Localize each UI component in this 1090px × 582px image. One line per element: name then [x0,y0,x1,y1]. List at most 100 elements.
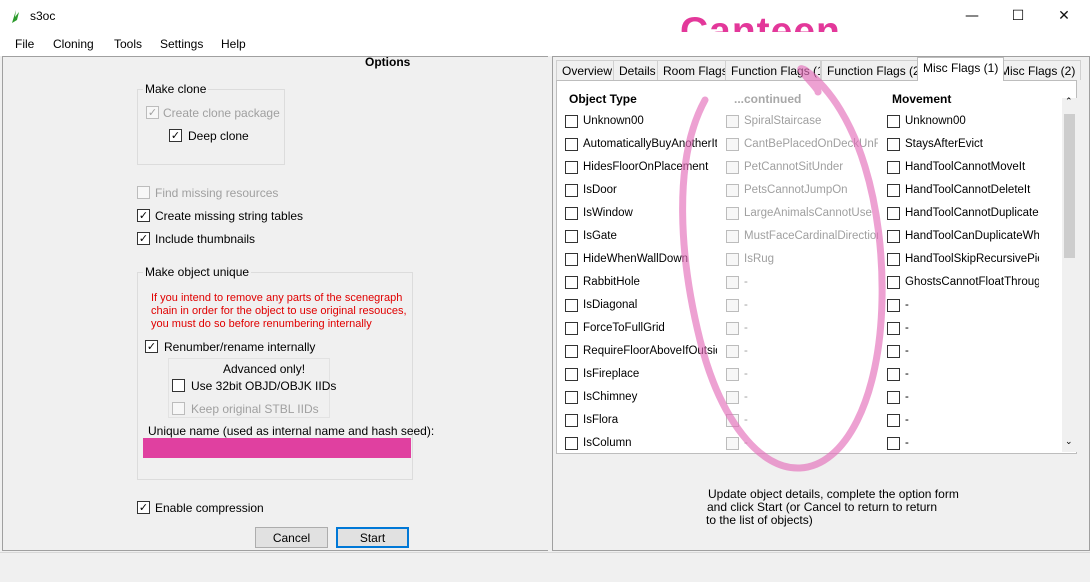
maximize-button[interactable]: ☐ [995,0,1041,32]
use32bit-checkbox[interactable] [172,379,185,392]
col3-flag-label: HandToolCanDuplicateWhe [905,230,1039,242]
make-clone-title: Make clone [143,82,209,96]
col3-flag-checkbox[interactable] [887,414,900,427]
col1-flag-label: IsChimney [583,391,638,403]
col1-flag-label: IsWindow [583,207,633,219]
col3-flag-label: GhostsCannotFloatThrough [905,276,1039,288]
renumber-checkbox[interactable]: ✓ [145,340,158,353]
create-clone-package-label: Create clone package [163,106,280,120]
make-clone-group [137,89,285,165]
col1-flag-label: AutomaticallyBuyAnotherIte [583,138,717,150]
include-thumbnails-checkbox[interactable]: ✓ [137,232,150,245]
tab-details[interactable]: Details [613,60,662,80]
tab-function-flags-2[interactable]: Function Flags (2) [821,60,930,80]
col2-flag-label: - [744,345,748,357]
col1-flag-checkbox[interactable] [565,391,578,404]
col1-flag-checkbox[interactable] [565,161,578,174]
col3-flag-label: HandToolCannotMoveIt [905,161,1026,173]
tab-room-flags[interactable]: Room Flags [657,60,734,80]
cancel-button[interactable]: Cancel [255,527,328,548]
start-button[interactable]: Start [336,527,409,548]
minimize-button[interactable]: — [949,0,995,32]
col1-flag-checkbox[interactable] [565,437,578,450]
col3-flag-checkbox[interactable] [887,322,900,335]
col1-flag-checkbox[interactable] [565,138,578,151]
col3-flag-label: - [905,437,909,449]
col-continued-heading: ...continued [734,92,802,106]
tab-misc-flags-2[interactable]: Misc Flags (2) [994,60,1082,80]
warning-line-3: you must do so before renumbering intern… [151,318,372,330]
col1-flag-checkbox[interactable] [565,345,578,358]
col3-flag-checkbox[interactable] [887,276,900,289]
col3-flag-checkbox[interactable] [887,299,900,312]
col1-flag-label: IsDiagonal [583,299,638,311]
footer-line-2: and click Start (or Cancel to return to … [707,500,938,514]
col2-flag-checkbox [726,345,739,358]
col3-flag-label: - [905,345,909,357]
col-object-type-heading: Object Type [569,92,637,106]
col1-flag-label: HidesFloorOnPlacement [583,161,709,173]
col1-flag-label: IsFlora [583,414,619,426]
scroll-down-icon[interactable]: ⌄ [1065,436,1073,447]
col2-flag-label: PetsCannotJumpOn [744,184,848,196]
options-heading: Options [365,55,411,69]
col2-flag-checkbox [726,276,739,289]
col2-flag-checkbox [726,253,739,266]
create-missing-label: Create missing string tables [155,209,304,223]
col3-flag-checkbox[interactable] [887,230,900,243]
tab-misc-flags-1[interactable]: Misc Flags (1) [917,57,1005,81]
col2-flag-label: - [744,391,748,403]
col1-flag-checkbox[interactable] [565,414,578,427]
scroll-up-icon[interactable]: ⌃ [1065,96,1073,107]
col3-flag-checkbox[interactable] [887,115,900,128]
col2-flag-checkbox [726,368,739,381]
col3-flag-checkbox[interactable] [887,253,900,266]
col1-flag-label: IsGate [583,230,617,242]
keep-stbl-label: Keep original STBL IIDs [191,402,319,416]
col2-flag-label: IsRug [744,253,775,265]
tab-function-flags-1[interactable]: Function Flags (1) [725,60,821,80]
col3-flag-label: - [905,368,909,380]
col3-flag-checkbox[interactable] [887,161,900,174]
col3-flag-checkbox[interactable] [887,437,900,450]
warning-line-1: If you intend to remove any parts of the… [151,292,403,304]
col2-flag-label: PetCannotSitUnder [744,161,844,173]
include-thumbnails-label: Include thumbnails [155,232,256,246]
unique-name-input[interactable] [143,438,411,458]
col1-flag-checkbox[interactable] [565,115,578,128]
col1-flag-checkbox[interactable] [565,253,578,266]
col3-flag-checkbox[interactable] [887,391,900,404]
create-missing-checkbox[interactable]: ✓ [137,209,150,222]
footer-line-3: to the list of objects) [706,513,813,527]
col1-flag-checkbox[interactable] [565,230,578,243]
col1-flag-checkbox[interactable] [565,184,578,197]
tab-overview[interactable]: Overview [556,60,619,80]
col2-flag-label: MustFaceCardinalDirection [744,230,878,242]
col1-flag-label: RequireFloorAboveIfOutside [583,345,717,357]
close-button[interactable]: ✕ [1041,0,1087,32]
col2-flag-checkbox [726,299,739,312]
menu-cloning[interactable]: Cloning [53,37,94,51]
col2-flag-label: - [744,368,748,380]
menu-file[interactable]: File [15,37,34,51]
col3-flag-label: Unknown00 [905,115,966,127]
col1-flag-label: Unknown00 [583,115,644,127]
col1-flag-label: IsFireplace [583,368,640,380]
menu-settings[interactable]: Settings [160,37,203,51]
deep-clone-checkbox[interactable]: ✓ [169,129,182,142]
col1-flag-checkbox[interactable] [565,276,578,289]
col1-flag-checkbox[interactable] [565,322,578,335]
col3-flag-checkbox[interactable] [887,184,900,197]
col3-flag-checkbox[interactable] [887,138,900,151]
col1-flag-label: RabbitHole [583,276,640,288]
col1-flag-checkbox[interactable] [565,207,578,220]
menu-help[interactable]: Help [221,37,246,51]
scrollbar-thumb[interactable] [1064,114,1075,258]
menu-tools[interactable]: Tools [114,37,142,51]
enable-compression-checkbox[interactable]: ✓ [137,501,150,514]
col3-flag-checkbox[interactable] [887,368,900,381]
col1-flag-checkbox[interactable] [565,299,578,312]
col3-flag-checkbox[interactable] [887,207,900,220]
col1-flag-checkbox[interactable] [565,368,578,381]
col3-flag-checkbox[interactable] [887,345,900,358]
